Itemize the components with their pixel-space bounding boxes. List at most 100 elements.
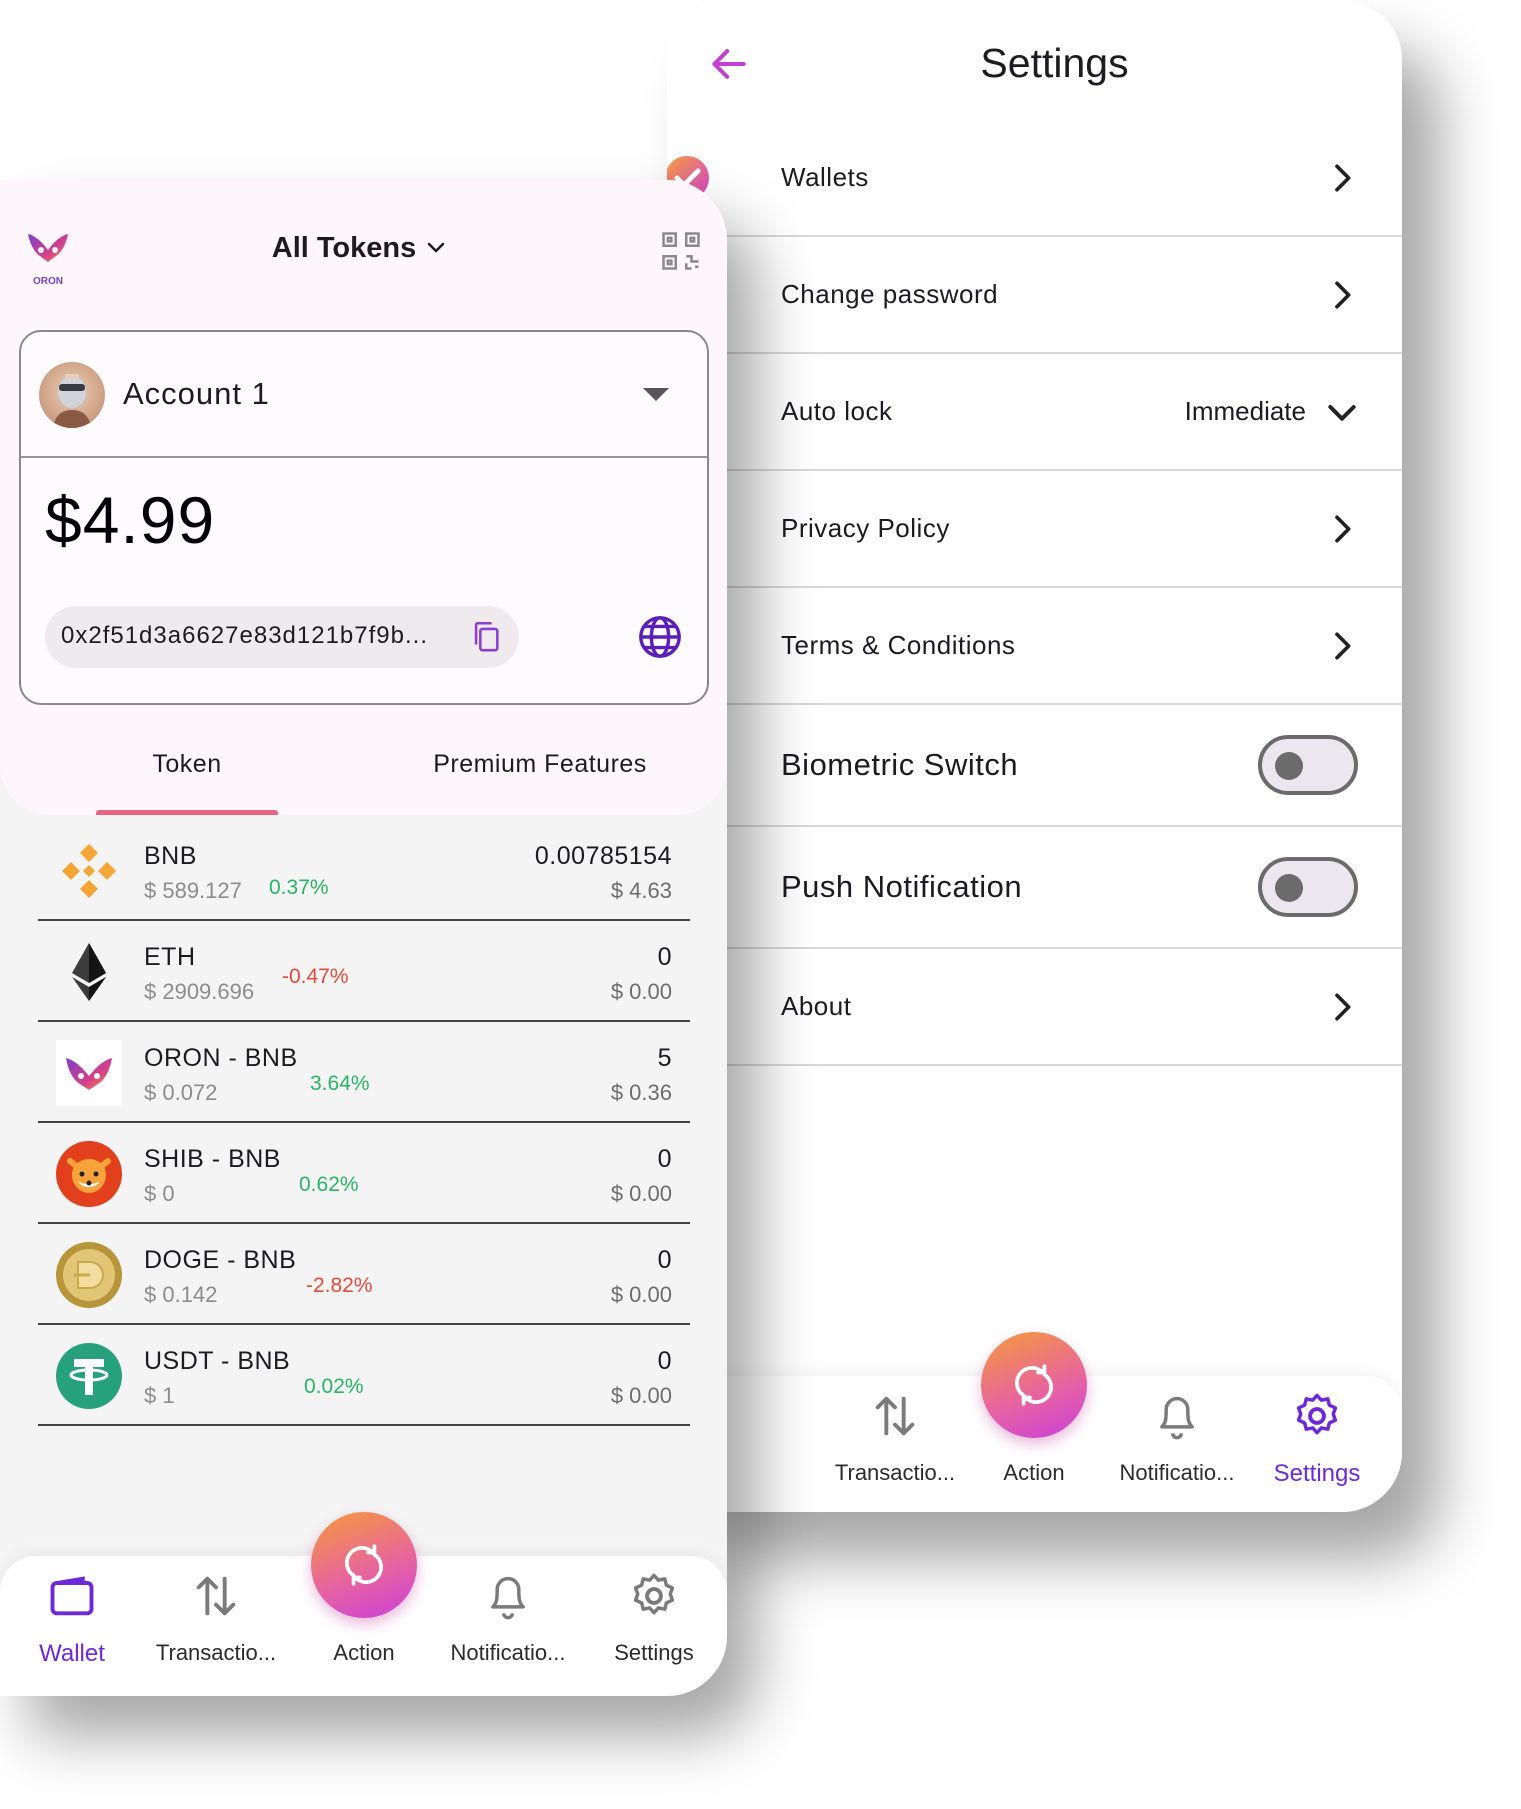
all-tokens-selector[interactable]: All Tokens — [0, 232, 720, 265]
stage: Settings Wallets Change password Auto lo… — [0, 0, 1521, 1809]
action-fab[interactable] — [981, 1332, 1087, 1438]
token-change: 0.62% — [299, 1173, 359, 1196]
qr-scan-icon[interactable] — [660, 230, 702, 272]
eth-icon — [72, 943, 106, 1001]
token-row-shib[interactable]: SHIB - BNB $ 0 0.62% 0 $ 0.00 — [38, 1123, 690, 1224]
token-amount: 0 — [657, 1145, 672, 1173]
settings-title: Settings — [980, 40, 1129, 86]
token-change: 0.37% — [269, 876, 329, 899]
nav-label: Settings — [1273, 1460, 1361, 1487]
nav-label: Action — [1003, 1460, 1065, 1485]
chevron-down-icon[interactable] — [1322, 392, 1362, 432]
token-name: SHIB - BNB — [144, 1145, 281, 1173]
copy-icon[interactable] — [469, 618, 503, 654]
token-row-eth[interactable]: ETH $ 2909.696 -0.47% 0 $ 0.00 — [38, 921, 690, 1022]
chevron-down-icon — [427, 242, 445, 253]
account-selector[interactable]: Account 1 — [21, 332, 707, 458]
account-card: Account 1 $4.99 0x2f51d3a6627e83d121b7f9… — [19, 330, 709, 705]
token-value: $ 4.63 — [610, 878, 672, 903]
wallet-bottom-nav: Wallet Transactio... Action Notificatio.… — [0, 1512, 727, 1696]
nav-wallet[interactable]: Wallet — [2, 1556, 142, 1696]
tab-token[interactable]: Token — [96, 740, 278, 816]
bnb-icon — [62, 844, 116, 898]
chevron-right-icon — [1335, 281, 1351, 309]
bell-outline-icon — [491, 1577, 525, 1620]
globe-icon[interactable] — [637, 614, 683, 660]
nav-transactions[interactable]: Transactio... — [146, 1556, 286, 1696]
swap-icon — [345, 1544, 383, 1586]
token-amount: 0.00785154 — [534, 842, 672, 870]
token-value: $ 0.00 — [610, 1282, 672, 1307]
nav-label: Transactio... — [155, 1640, 277, 1665]
header-title: All Tokens — [271, 232, 417, 264]
token-amount: 5 — [657, 1044, 672, 1072]
chevron-right-icon — [1335, 164, 1351, 192]
settings-item-push-notification: Push Notification — [667, 827, 1402, 949]
token-name: ETH — [144, 943, 196, 971]
auto-lock-value[interactable]: Immediate — [1185, 354, 1306, 469]
token-row-usdt[interactable]: USDT - BNB $ 1 0.02% 0 $ 0.00 — [38, 1325, 690, 1426]
nav-settings[interactable]: Settings — [1247, 1376, 1387, 1512]
settings-bottom-nav: Wallet Transactio... Action Notificatio.… — [667, 1332, 1402, 1512]
biometric-toggle[interactable] — [1258, 735, 1358, 795]
settings-item-label: Change password — [781, 279, 999, 309]
token-name: USDT - BNB — [144, 1347, 291, 1375]
token-value: $ 0.00 — [610, 979, 672, 1004]
nav-label: Notificatio... — [1119, 1460, 1235, 1485]
logo-text: ORON — [33, 276, 63, 287]
settings-item-label: Wallets — [781, 162, 869, 192]
token-list: BNB $ 589.127 0.37% 0.00785154 $ 4.63 ET… — [38, 820, 690, 1426]
wallet-screen: ORON All Tokens Account 1 $4.99 0x2f51d3… — [0, 180, 727, 1696]
shib-icon — [56, 1141, 122, 1207]
settings-item-auto-lock[interactable]: Auto lock Immediate — [667, 354, 1402, 471]
avatar-image — [53, 374, 91, 428]
settings-item-about[interactable]: About — [667, 949, 1402, 1066]
settings-list: Wallets Change password Auto lock Immedi… — [667, 120, 1402, 1066]
token-change: -2.82% — [306, 1274, 373, 1297]
doge-icon — [56, 1242, 122, 1308]
nav-notifications[interactable]: Notificatio... — [438, 1556, 578, 1696]
swap-icon — [1015, 1364, 1053, 1406]
wallet-header-area: ORON All Tokens Account 1 $4.99 0x2f51d3… — [0, 180, 727, 815]
token-price: $ 2909.696 — [144, 979, 255, 1004]
token-row-bnb[interactable]: BNB $ 589.127 0.37% 0.00785154 $ 4.63 — [38, 820, 690, 921]
nav-label: Notificatio... — [450, 1640, 566, 1665]
token-row-doge[interactable]: DOGE - BNB $ 0.142 -2.82% 0 $ 0.00 — [38, 1224, 690, 1325]
settings-item-label: Push Notification — [781, 869, 1023, 904]
account-balance: $4.99 — [45, 483, 216, 557]
dropdown-arrow-icon — [643, 388, 669, 401]
token-name: DOGE - BNB — [144, 1246, 297, 1274]
nav-transactions[interactable]: Transactio... — [825, 1376, 965, 1512]
avatar — [39, 362, 105, 428]
action-fab[interactable] — [311, 1512, 417, 1618]
account-name: Account 1 — [123, 376, 270, 411]
token-price: $ 0.072 — [144, 1080, 218, 1105]
settings-item-label: Biometric Switch — [781, 747, 1019, 782]
token-value: $ 0.36 — [610, 1080, 672, 1105]
transactions-icon — [196, 1576, 236, 1616]
gear-icon — [633, 1573, 675, 1615]
settings-item-wallets[interactable]: Wallets — [667, 120, 1402, 237]
token-price: $ 589.127 — [144, 878, 242, 903]
settings-item-privacy-policy[interactable]: Privacy Policy — [667, 471, 1402, 588]
settings-header: Settings — [667, 0, 1402, 130]
wallet-address: 0x2f51d3a6627e83d121b7f9b... — [61, 622, 428, 649]
nav-settings[interactable]: Settings — [584, 1556, 724, 1696]
token-value: $ 0.00 — [610, 1383, 672, 1408]
token-price: $ 0 — [144, 1181, 175, 1206]
tab-premium-features[interactable]: Premium Features — [410, 740, 670, 816]
push-notification-toggle[interactable] — [1258, 857, 1358, 917]
token-change: 3.64% — [310, 1072, 370, 1095]
chevron-right-icon — [1335, 515, 1351, 543]
token-amount: 0 — [657, 1246, 672, 1274]
token-change: 0.02% — [304, 1375, 364, 1398]
chevron-right-icon — [1335, 632, 1351, 660]
settings-item-label: Auto lock — [781, 396, 893, 426]
oron-icon — [56, 1040, 122, 1106]
settings-item-terms[interactable]: Terms & Conditions — [667, 588, 1402, 705]
nav-label: Wallet — [39, 1640, 105, 1667]
settings-item-change-password[interactable]: Change password — [667, 237, 1402, 354]
nav-notifications[interactable]: Notificatio... — [1107, 1376, 1247, 1512]
token-row-oron[interactable]: ORON - BNB $ 0.072 3.64% 5 $ 0.36 — [38, 1022, 690, 1123]
token-name: BNB — [144, 842, 197, 870]
